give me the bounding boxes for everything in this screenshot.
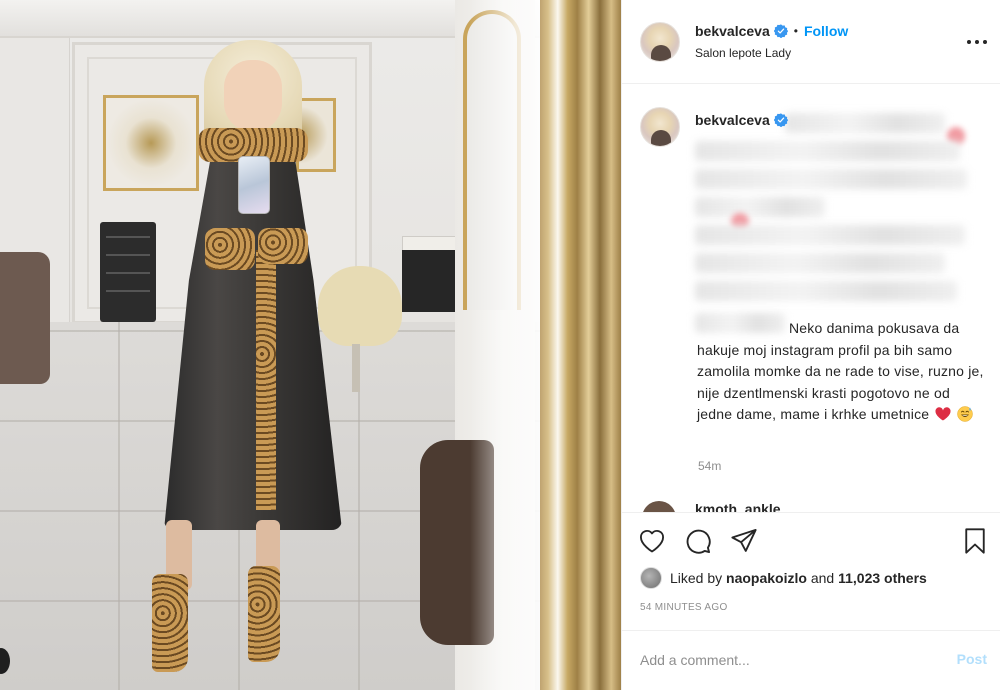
caption-author-avatar[interactable] [640,107,680,147]
caption-timestamp: 54m [698,459,722,473]
liked-by-user[interactable]: naopakoizlo [726,570,807,586]
post-location[interactable]: Salon lepote Lady [695,46,791,60]
salon-chair [318,266,402,392]
heart-icon[interactable] [638,527,666,555]
leopard-cuff-right [258,228,308,264]
likes-middle: and [810,570,835,586]
comments-scroll-area[interactable]: bekvalceva Neko danima pokusava da hakuj… [622,85,1000,512]
mirror-gold-frame [540,0,621,690]
author-line: bekvalceva • Follow [695,23,848,39]
comment-icon[interactable] [684,527,712,555]
verified-badge-icon [773,24,788,38]
salon-cart [100,222,156,322]
smartphone [238,156,270,214]
comment-input[interactable] [640,649,930,671]
likes-count[interactable]: 11,023 others [838,570,927,586]
mirror-glare [470,0,545,690]
red-heart-emoji [935,407,951,421]
caption-text: Neko danima pokusava da hakuje moj insta… [697,318,987,426]
blurred-caption-text [695,113,980,338]
wall-art [103,95,199,191]
sweat-smile-emoji [957,406,974,422]
post-actions: Liked by naopakoizlo and 11,023 others 5… [622,512,1000,630]
leopard-boot-right [248,566,280,662]
more-horizontal-icon[interactable] [967,32,987,52]
leopard-cuff-left [205,228,255,270]
post-image[interactable] [0,0,621,690]
commenter-avatar[interactable] [642,501,676,512]
separator-dot: • [793,24,798,38]
caption-author-line: bekvalceva [695,112,788,128]
author-avatar[interactable] [640,22,680,62]
face [224,60,282,132]
chair-left [0,252,50,384]
post-header: bekvalceva • Follow Salon lepote Lady [622,0,1000,84]
share-icon[interactable] [730,527,758,555]
liker-avatar[interactable] [640,567,662,589]
verified-badge-icon [773,113,788,127]
commenter-username[interactable]: kmoth_ankle [695,501,781,512]
post-side-panel: bekvalceva • Follow Salon lepote Lady be… [621,0,1000,690]
leopard-boot-left [152,574,188,672]
follow-button[interactable]: Follow [804,23,848,39]
next-comment-peek: kmoth_ankle [638,501,998,512]
caption-username[interactable]: bekvalceva [695,112,770,128]
coat-placket [256,250,276,510]
bookmark-icon[interactable] [961,527,989,555]
add-comment-bar: Post [622,630,1000,690]
likes-summary: Liked by naopakoizlo and 11,023 others [640,567,927,589]
post-time-ago[interactable]: 54 MINUTES AGO [640,602,728,613]
likes-prefix: Liked by [670,570,723,586]
post-comment-button[interactable]: Post [957,651,987,667]
author-username[interactable]: bekvalceva [695,23,770,39]
